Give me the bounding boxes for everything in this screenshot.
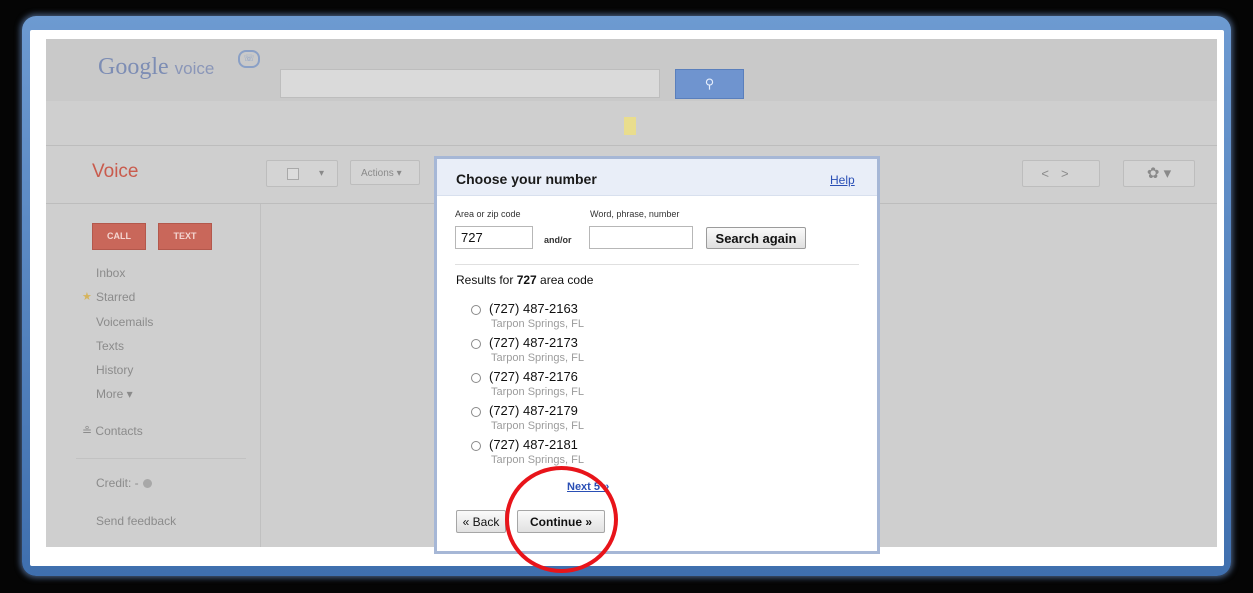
phone-number: (727) 487-2181 bbox=[489, 437, 578, 452]
radio-button[interactable] bbox=[471, 407, 481, 417]
notice-marker bbox=[624, 117, 636, 135]
actions-label: Actions bbox=[361, 168, 394, 179]
sidebar-item-texts[interactable]: Texts bbox=[96, 339, 124, 353]
back-button[interactable]: « Back bbox=[456, 510, 506, 533]
number-location: Tarpon Springs, FL bbox=[491, 386, 584, 398]
call-button[interactable]: CALL bbox=[92, 223, 146, 250]
credit-label: Credit: - bbox=[96, 476, 139, 490]
sidebar-item-inbox[interactable]: Inbox bbox=[96, 266, 125, 280]
continue-button[interactable]: Continue » bbox=[517, 510, 605, 533]
sidebar-item-more[interactable]: More ▾ bbox=[96, 387, 133, 401]
area-code-label: Area or zip code bbox=[455, 209, 521, 219]
chevron-down-icon: ▾ bbox=[1163, 165, 1172, 182]
phone-number: (727) 487-2163 bbox=[489, 301, 578, 316]
number-option[interactable]: (727) 487-2181 Tarpon Springs, FL bbox=[471, 437, 771, 471]
sidebar-item-history[interactable]: History bbox=[96, 363, 133, 377]
phone-icon: ☏ bbox=[238, 50, 260, 68]
choose-number-dialog: Choose your number Help Area or zip code… bbox=[434, 156, 880, 554]
checkbox-icon bbox=[287, 168, 299, 180]
chevron-right-icon[interactable]: > bbox=[1061, 166, 1081, 181]
results-area-code: 727 bbox=[516, 273, 537, 287]
text-button[interactable]: TEXT bbox=[158, 223, 212, 250]
gear-icon: ✿ bbox=[1146, 165, 1160, 182]
radio-button[interactable] bbox=[471, 305, 481, 315]
actions-menu-button[interactable]: Actions ▾ bbox=[350, 160, 420, 185]
dialog-divider bbox=[455, 264, 859, 265]
sidebar-item-starred[interactable]: Starred bbox=[82, 290, 135, 304]
search-icon: ⚲ bbox=[704, 76, 715, 91]
pagination-nav[interactable]: <> bbox=[1022, 160, 1100, 187]
number-location: Tarpon Springs, FL bbox=[491, 454, 584, 466]
word-phrase-label: Word, phrase, number bbox=[590, 209, 680, 219]
search-input[interactable] bbox=[280, 69, 660, 98]
results-heading: Results for 727 area code bbox=[456, 273, 593, 287]
contacts-label: Contacts bbox=[95, 424, 143, 438]
chevron-down-icon: ▾ bbox=[396, 168, 402, 179]
dialog-title: Choose your number bbox=[456, 171, 597, 187]
phone-number: (727) 487-2179 bbox=[489, 403, 578, 418]
phone-number: (727) 487-2176 bbox=[489, 369, 578, 384]
sidebar-separator bbox=[76, 458, 246, 459]
radio-button[interactable] bbox=[471, 339, 481, 349]
logo-voice-text: voice bbox=[174, 59, 215, 78]
number-location: Tarpon Springs, FL bbox=[491, 352, 584, 364]
logo-google-text: Google bbox=[98, 54, 169, 80]
send-feedback-link[interactable]: Send feedback bbox=[96, 514, 176, 528]
and-or-label: and/or bbox=[544, 235, 572, 245]
chevron-down-icon: ▾ bbox=[319, 168, 325, 179]
help-link[interactable]: Help bbox=[830, 173, 855, 187]
sidebar-item-contacts[interactable]: ≗ Contacts bbox=[82, 424, 143, 438]
sidebar-divider bbox=[260, 204, 261, 547]
number-option[interactable]: (727) 487-2179 Tarpon Springs, FL bbox=[471, 403, 771, 437]
number-option[interactable]: (727) 487-2163 Tarpon Springs, FL bbox=[471, 301, 771, 335]
results-suffix: area code bbox=[536, 273, 594, 287]
select-checkbox-menu[interactable]: ▾ bbox=[266, 160, 338, 187]
header-divider bbox=[46, 145, 1217, 146]
results-prefix: Results for bbox=[456, 273, 517, 287]
number-option[interactable]: (727) 487-2173 Tarpon Springs, FL bbox=[471, 335, 771, 369]
number-location: Tarpon Springs, FL bbox=[491, 420, 584, 432]
radio-button[interactable] bbox=[471, 441, 481, 451]
search-again-button[interactable]: Search again bbox=[706, 227, 806, 249]
area-code-input[interactable]: 727 bbox=[455, 226, 533, 249]
sidebar-item-voicemails[interactable]: Voicemails bbox=[96, 315, 153, 329]
add-credit-icon[interactable] bbox=[142, 479, 152, 488]
next-5-link[interactable]: Next 5 » bbox=[567, 481, 609, 493]
settings-menu-button[interactable]: ✿ ▾ bbox=[1123, 160, 1195, 187]
credit-info: Credit: - bbox=[96, 476, 152, 490]
google-voice-logo[interactable]: Google voice ☏ bbox=[98, 50, 260, 81]
section-title: Voice bbox=[92, 161, 139, 182]
number-option[interactable]: (727) 487-2176 Tarpon Springs, FL bbox=[471, 369, 771, 403]
phone-number: (727) 487-2173 bbox=[489, 335, 578, 350]
search-button[interactable]: ⚲ bbox=[675, 69, 744, 99]
number-location: Tarpon Springs, FL bbox=[491, 318, 584, 330]
chevron-left-icon[interactable]: < bbox=[1041, 166, 1061, 181]
radio-button[interactable] bbox=[471, 373, 481, 383]
word-phrase-input[interactable] bbox=[589, 226, 693, 249]
person-icon: ≗ bbox=[82, 424, 93, 438]
